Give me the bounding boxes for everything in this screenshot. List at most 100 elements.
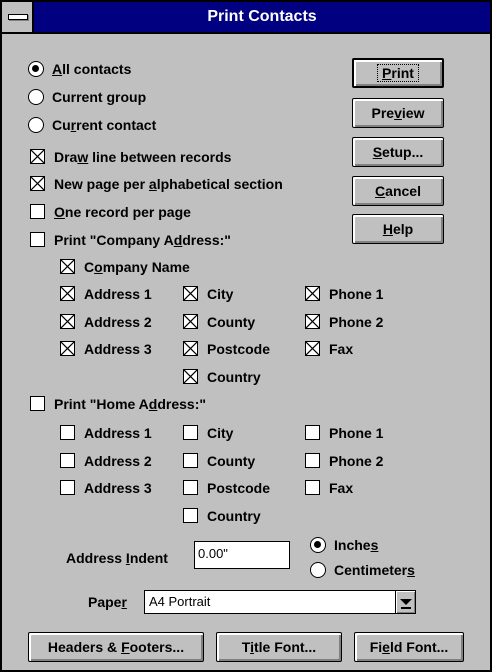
checkbox-home-address2-box[interactable] <box>60 453 75 468</box>
radio-current-contact-indicator[interactable] <box>28 117 44 133</box>
checkbox-new-page-box[interactable] <box>30 176 45 191</box>
checkbox-company-address3-box[interactable] <box>60 341 75 356</box>
checkbox-home-address2[interactable]: Address 2 <box>60 452 152 470</box>
checkbox-home-address3-box[interactable] <box>60 480 75 495</box>
setup-button[interactable]: Setup... <box>352 137 444 167</box>
checkbox-company-phone1-box[interactable] <box>305 286 320 301</box>
cancel-button[interactable]: Cancel <box>352 176 444 206</box>
checkbox-company-country-box[interactable] <box>183 369 198 384</box>
checkbox-home-fax-label: Fax <box>329 480 354 496</box>
checkbox-home-fax-box[interactable] <box>305 480 320 495</box>
checkbox-home-address1-label: Address 1 <box>84 425 152 441</box>
checkbox-home-postcode[interactable]: Postcode <box>183 479 270 497</box>
checkbox-one-record-box[interactable] <box>30 204 45 219</box>
checkbox-one-record[interactable]: One record per page <box>30 203 191 221</box>
radio-current-group[interactable]: Current group <box>28 88 146 106</box>
checkbox-home-phone1-box[interactable] <box>305 425 320 440</box>
checkbox-company-address1-box[interactable] <box>60 286 75 301</box>
radio-centimeters-indicator[interactable] <box>310 562 326 578</box>
checkbox-home-address3[interactable]: Address 3 <box>60 479 152 497</box>
checkbox-home-phone1[interactable]: Phone 1 <box>305 424 383 442</box>
checkbox-home-country[interactable]: Country <box>183 507 261 525</box>
checkbox-company-city-label: City <box>207 286 234 302</box>
checkbox-new-page[interactable]: New page per alphabetical section <box>30 175 283 193</box>
checkbox-print-company-address-box[interactable] <box>30 232 45 247</box>
checkbox-company-postcode-box[interactable] <box>183 341 198 356</box>
radio-current-group-label: Current group <box>52 89 147 105</box>
checkbox-company-name-label: Company Name <box>84 259 190 275</box>
headers-footers-button[interactable]: Headers & Footers... <box>28 632 204 662</box>
radio-inches[interactable]: Inches <box>310 536 378 554</box>
dropdown-arrow-icon[interactable] <box>395 591 415 613</box>
checkbox-new-page-label: New page per alphabetical section <box>54 176 283 192</box>
help-button[interactable]: Help <box>352 214 444 244</box>
checkbox-print-home-address-box[interactable] <box>30 396 45 411</box>
system-menu-button[interactable] <box>2 2 34 32</box>
checkbox-print-company-address[interactable]: Print "Company Address:" <box>30 231 231 249</box>
checkbox-company-country[interactable]: Country <box>183 368 261 386</box>
radio-current-contact[interactable]: Current contact <box>28 116 156 134</box>
checkbox-draw-line-box[interactable] <box>30 149 45 164</box>
checkbox-company-address3[interactable]: Address 3 <box>60 340 152 358</box>
checkbox-company-city[interactable]: City <box>183 285 233 303</box>
checkbox-home-phone2[interactable]: Phone 2 <box>305 452 383 470</box>
checkbox-company-fax-box[interactable] <box>305 341 320 356</box>
checkbox-company-phone1[interactable]: Phone 1 <box>305 285 383 303</box>
help-button-label: Help <box>382 221 414 237</box>
paper-select[interactable]: A4 Portrait <box>144 590 416 614</box>
checkbox-company-address3-label: Address 3 <box>84 341 152 357</box>
checkbox-company-address2-label: Address 2 <box>84 314 152 330</box>
checkbox-home-phone2-box[interactable] <box>305 453 320 468</box>
checkbox-company-phone1-label: Phone 1 <box>329 286 384 302</box>
checkbox-home-country-label: Country <box>207 508 261 524</box>
radio-current-group-indicator[interactable] <box>28 89 44 105</box>
radio-all-contacts-indicator[interactable] <box>28 61 44 77</box>
checkbox-home-address2-label: Address 2 <box>84 453 152 469</box>
checkbox-draw-line[interactable]: Draw line between records <box>30 148 231 166</box>
checkbox-print-home-address[interactable]: Print "Home Address:" <box>30 395 206 413</box>
checkbox-home-city-box[interactable] <box>183 425 198 440</box>
window-title: Print Contacts <box>207 8 317 25</box>
checkbox-company-phone2-box[interactable] <box>305 314 320 329</box>
checkbox-home-postcode-box[interactable] <box>183 480 198 495</box>
radio-inches-indicator[interactable] <box>310 537 326 553</box>
checkbox-company-phone2[interactable]: Phone 2 <box>305 313 383 331</box>
checkbox-company-name[interactable]: Company Name <box>60 258 190 276</box>
checkbox-company-address2[interactable]: Address 2 <box>60 313 152 331</box>
checkbox-company-city-box[interactable] <box>183 286 198 301</box>
checkbox-company-county-box[interactable] <box>183 314 198 329</box>
system-menu-icon <box>8 14 28 20</box>
checkbox-home-county-box[interactable] <box>183 453 198 468</box>
checkbox-home-county[interactable]: County <box>183 452 255 470</box>
title-font-button[interactable]: Title Font... <box>216 632 342 662</box>
address-indent-input[interactable]: 0.00" <box>194 541 290 569</box>
preview-button[interactable]: Preview <box>352 98 444 128</box>
radio-centimeters[interactable]: Centimeters <box>310 561 415 579</box>
checkbox-company-postcode[interactable]: Postcode <box>183 340 270 358</box>
checkbox-company-address2-box[interactable] <box>60 314 75 329</box>
print-contacts-dialog: Print Contacts All contacts Current grou… <box>0 0 492 672</box>
checkbox-company-county[interactable]: County <box>183 313 255 331</box>
checkbox-print-home-address-label: Print "Home Address:" <box>54 396 207 412</box>
radio-all-contacts[interactable]: All contacts <box>28 60 131 78</box>
checkbox-print-company-address-label: Print "Company Address:" <box>54 232 231 248</box>
checkbox-home-country-box[interactable] <box>183 508 198 523</box>
cancel-button-label: Cancel <box>375 183 421 199</box>
checkbox-company-phone2-label: Phone 2 <box>329 314 384 330</box>
checkbox-home-address1[interactable]: Address 1 <box>60 424 152 442</box>
checkbox-home-postcode-label: Postcode <box>207 480 271 496</box>
checkbox-home-city-label: City <box>207 425 234 441</box>
field-font-button[interactable]: Field Font... <box>354 632 464 662</box>
setup-button-label: Setup... <box>372 144 424 160</box>
preview-button-label: Preview <box>371 105 425 121</box>
checkbox-company-fax[interactable]: Fax <box>305 340 353 358</box>
checkbox-home-address1-box[interactable] <box>60 425 75 440</box>
checkbox-company-fax-label: Fax <box>329 341 354 357</box>
checkbox-home-fax[interactable]: Fax <box>305 479 353 497</box>
headers-footers-button-label: Headers & Footers... <box>47 639 185 655</box>
checkbox-company-address1[interactable]: Address 1 <box>60 285 152 303</box>
checkbox-home-city[interactable]: City <box>183 424 233 442</box>
checkbox-home-phone2-label: Phone 2 <box>329 453 384 469</box>
checkbox-company-name-box[interactable] <box>60 259 75 274</box>
print-button[interactable]: Print <box>352 58 444 88</box>
